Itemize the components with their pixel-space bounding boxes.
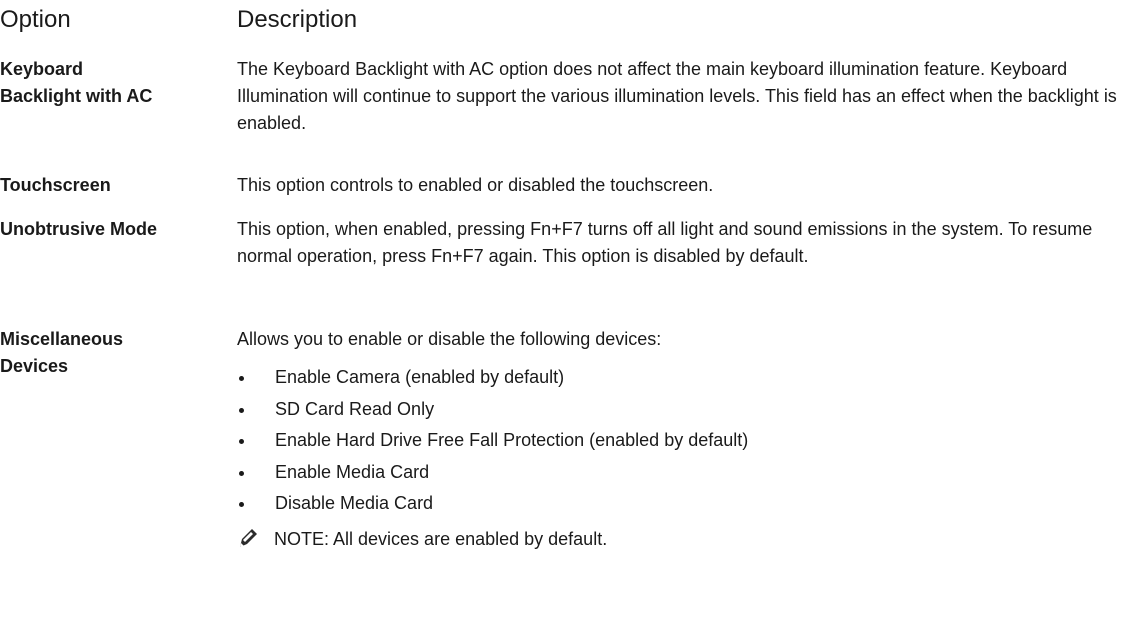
list-item: Enable Hard Drive Free Fall Protection (… [237,425,1127,457]
note-text: NOTE: All devices are enabled by default… [274,526,607,553]
option-name-line: Backlight with AC [0,86,153,106]
note-body: All devices are enabled by default. [329,529,608,549]
list-item: Enable Media Card [237,457,1127,489]
bullet-icon [239,439,244,444]
option-name: Keyboard Backlight with AC [0,56,230,110]
table-header: Option Description [0,2,1131,42]
bullet-icon [239,502,244,507]
option-name: Unobtrusive Mode [0,216,230,243]
option-name: Miscellaneous Devices [0,326,230,380]
bullet-icon [239,376,244,381]
bullet-icon [239,407,244,413]
list-item: Disable Media Card [237,488,1127,520]
list-item-text: Enable Camera (enabled by default) [275,367,565,387]
note-label: NOTE: [274,529,330,549]
description-column-header: Description [237,6,358,33]
list-item-text: Disable Media Card [275,493,434,513]
list-item-text: Enable Media Card [275,461,430,482]
list-item-text: Enable Hard Drive Free Fall Protection (… [275,430,749,450]
option-name-line: Unobtrusive Mode [0,219,158,239]
option-description: The Keyboard Backlight with AC option do… [237,59,1117,133]
option-name-line: Devices [0,356,69,376]
device-list: Enable Camera (enabled by default) SD Ca… [237,362,1127,520]
option-name: Touchscreen [0,172,230,199]
bullet-icon [239,470,244,476]
list-item: Enable Camera (enabled by default) [237,362,1127,394]
list-item: SD Card Read Only [237,394,1127,426]
option-name-line: Keyboard [0,59,84,79]
document-page: Option Description Keyboard Backlight wi… [0,0,1131,619]
pencil-note-icon [237,526,259,550]
option-description: This option controls to enabled or disab… [237,175,714,195]
option-description: Allows you to enable or disable the foll… [237,329,662,349]
option-name-line: Touchscreen [0,175,111,195]
list-item-text: SD Card Read Only [275,398,435,419]
option-name-line: Miscellaneous [0,329,124,349]
option-column-header: Option [0,6,71,33]
note-box: NOTE: All devices are enabled by default… [237,526,1127,556]
option-description: This option, when enabled, pressing Fn+F… [237,219,1093,266]
